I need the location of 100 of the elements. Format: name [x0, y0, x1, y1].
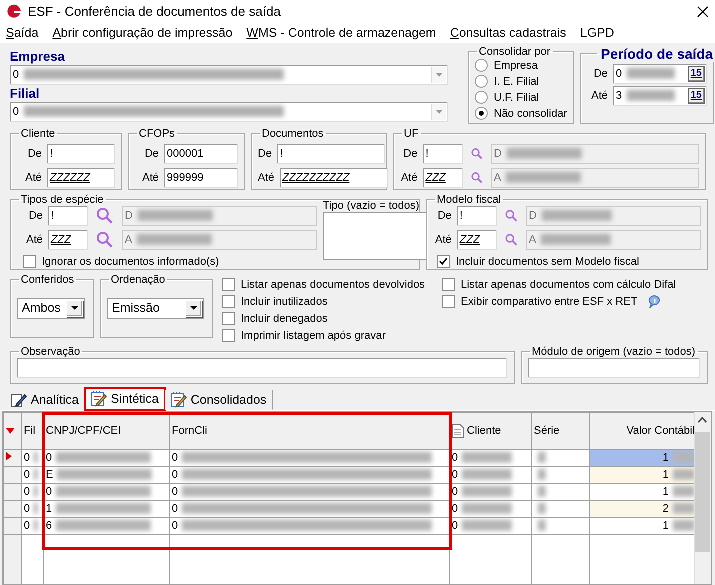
- calendar-button[interactable]: 15: [688, 88, 705, 104]
- caret-icon: [70, 306, 78, 310]
- checkbox[interactable]: [222, 278, 235, 292]
- tab[interactable]: Sintética: [84, 388, 165, 410]
- window-title: ESF - Conferência de documentos de saída: [28, 4, 282, 20]
- input-field[interactable]: D: [122, 206, 317, 226]
- input-field[interactable]: 000001: [164, 144, 238, 164]
- column-header[interactable]: CNPJ/CPF/CEI: [44, 412, 170, 450]
- list-box[interactable]: [323, 212, 427, 260]
- input-field[interactable]: ZZZ: [422, 168, 463, 188]
- radio-button[interactable]: [475, 91, 488, 104]
- input-field[interactable]: 0 15: [613, 64, 707, 84]
- input-field[interactable]: A: [491, 168, 699, 188]
- table-cell: 0: [170, 466, 450, 484]
- input-field[interactable]: ZZZZZZ: [47, 168, 115, 188]
- column-header[interactable]: Fil: [22, 412, 44, 450]
- column-header[interactable]: Cliente: [450, 412, 532, 450]
- field-label: Até: [258, 172, 276, 184]
- menu-item[interactable]: WMS - Controle de armazenagem: [246, 26, 436, 40]
- caret-icon: [190, 306, 198, 310]
- dropdown[interactable]: 0: [10, 64, 448, 85]
- group-title: Consolidar por: [478, 46, 552, 58]
- checkbox[interactable]: [442, 295, 455, 308]
- radio-button[interactable]: [475, 107, 488, 120]
- input-field[interactable]: ZZZ: [456, 230, 497, 250]
- input-field[interactable]: D: [491, 144, 699, 164]
- menu-item[interactable]: LGPD: [580, 26, 614, 40]
- search-icon[interactable]: [96, 206, 114, 225]
- radio-button[interactable]: [475, 59, 488, 72]
- checkbox[interactable]: [23, 255, 36, 268]
- info-icon[interactable]: [648, 294, 662, 309]
- checkbox[interactable]: [222, 329, 235, 342]
- menu-item[interactable]: Consultas cadastrais: [450, 26, 566, 40]
- dropdown[interactable]: 0: [10, 102, 448, 122]
- checkbox-label: Imprimir listagem após gravar: [241, 330, 386, 342]
- group-title: Ordenação: [110, 274, 166, 286]
- input-field[interactable]: !: [47, 144, 115, 164]
- input-field[interactable]: 999999: [164, 168, 238, 188]
- input-field[interactable]: !: [422, 144, 463, 164]
- input-field[interactable]: 3 15: [613, 86, 707, 106]
- checkbox[interactable]: [222, 312, 235, 326]
- radio-label: U.F. Filial: [494, 92, 540, 104]
- column-header[interactable]: Série: [532, 412, 590, 450]
- field-label: De: [144, 148, 160, 160]
- group-title: Cliente: [20, 128, 56, 140]
- search-icon[interactable]: [96, 230, 114, 249]
- calendar-button[interactable]: 15: [688, 66, 705, 82]
- input-field[interactable]: !: [277, 144, 386, 164]
- checkbox-label: Listar apenas documentos com cálculo Difal: [461, 278, 676, 291]
- input-field[interactable]: [17, 358, 507, 378]
- field-label: Até: [141, 172, 160, 184]
- table-cell: 0: [450, 517, 532, 534]
- table-cell: 0: [44, 449, 170, 466]
- checkbox[interactable]: [442, 278, 455, 292]
- table-cell: 0: [450, 466, 532, 484]
- checkbox[interactable]: [437, 255, 450, 268]
- group-title: Modelo fiscal: [436, 194, 502, 206]
- column-header[interactable]: FornCli: [170, 412, 450, 450]
- group-title: Observação: [20, 346, 82, 358]
- dropdown[interactable]: Ambos: [17, 298, 85, 319]
- input-field[interactable]: ZZZZZZZZZZ: [280, 168, 388, 188]
- radio-button[interactable]: [475, 75, 488, 88]
- input-field[interactable]: ZZZ: [48, 230, 88, 250]
- radio-label: Empresa: [494, 60, 538, 72]
- close-icon[interactable]: [697, 6, 709, 18]
- tab[interactable]: Consolidados: [164, 390, 273, 410]
- field-label: Até: [434, 234, 453, 246]
- field-label: Filial: [10, 86, 41, 101]
- table-cell: 0: [450, 483, 532, 500]
- group-title: Conferidos: [20, 274, 76, 286]
- radio-label: I. E. Filial: [494, 76, 540, 88]
- field-label: De: [592, 68, 609, 80]
- group-title: CFOPs: [138, 128, 176, 140]
- scrollbar[interactable]: [694, 412, 711, 584]
- caret-icon: [436, 72, 442, 77]
- group-title: Tipos de espécie: [20, 194, 105, 206]
- input-field[interactable]: A: [122, 230, 317, 250]
- input-field[interactable]: [528, 358, 700, 378]
- input-field[interactable]: D: [526, 206, 701, 226]
- field-label: Até: [400, 172, 419, 184]
- checkbox-label: Ignorar os documentos informado(s): [42, 256, 220, 268]
- dropdown[interactable]: Emissão: [107, 298, 204, 319]
- scroll-up-icon[interactable]: [698, 416, 707, 423]
- group-title: UF: [403, 128, 420, 140]
- menu-item[interactable]: Abrir configuração de impressão: [52, 26, 233, 40]
- table-cell: 0: [170, 483, 450, 500]
- group-title: Documentos: [261, 128, 325, 140]
- group-title: Período de saída: [600, 46, 714, 62]
- menu-item[interactable]: Saída: [6, 26, 39, 40]
- checkbox-label: Listar apenas documentos devolvidos: [241, 278, 426, 291]
- input-field[interactable]: !: [456, 206, 497, 226]
- input-field[interactable]: !: [48, 206, 88, 226]
- sort-icon[interactable]: [6, 428, 15, 434]
- input-field[interactable]: A: [526, 230, 701, 250]
- radio-label: Não consolidar: [494, 108, 568, 120]
- checkbox-label: Incluir denegados: [241, 312, 328, 325]
- checkbox[interactable]: [222, 295, 235, 308]
- pencil-icon: [11, 392, 27, 408]
- field-label: Tipo (vazio = todos): [323, 200, 420, 212]
- table-cell: E: [44, 466, 170, 484]
